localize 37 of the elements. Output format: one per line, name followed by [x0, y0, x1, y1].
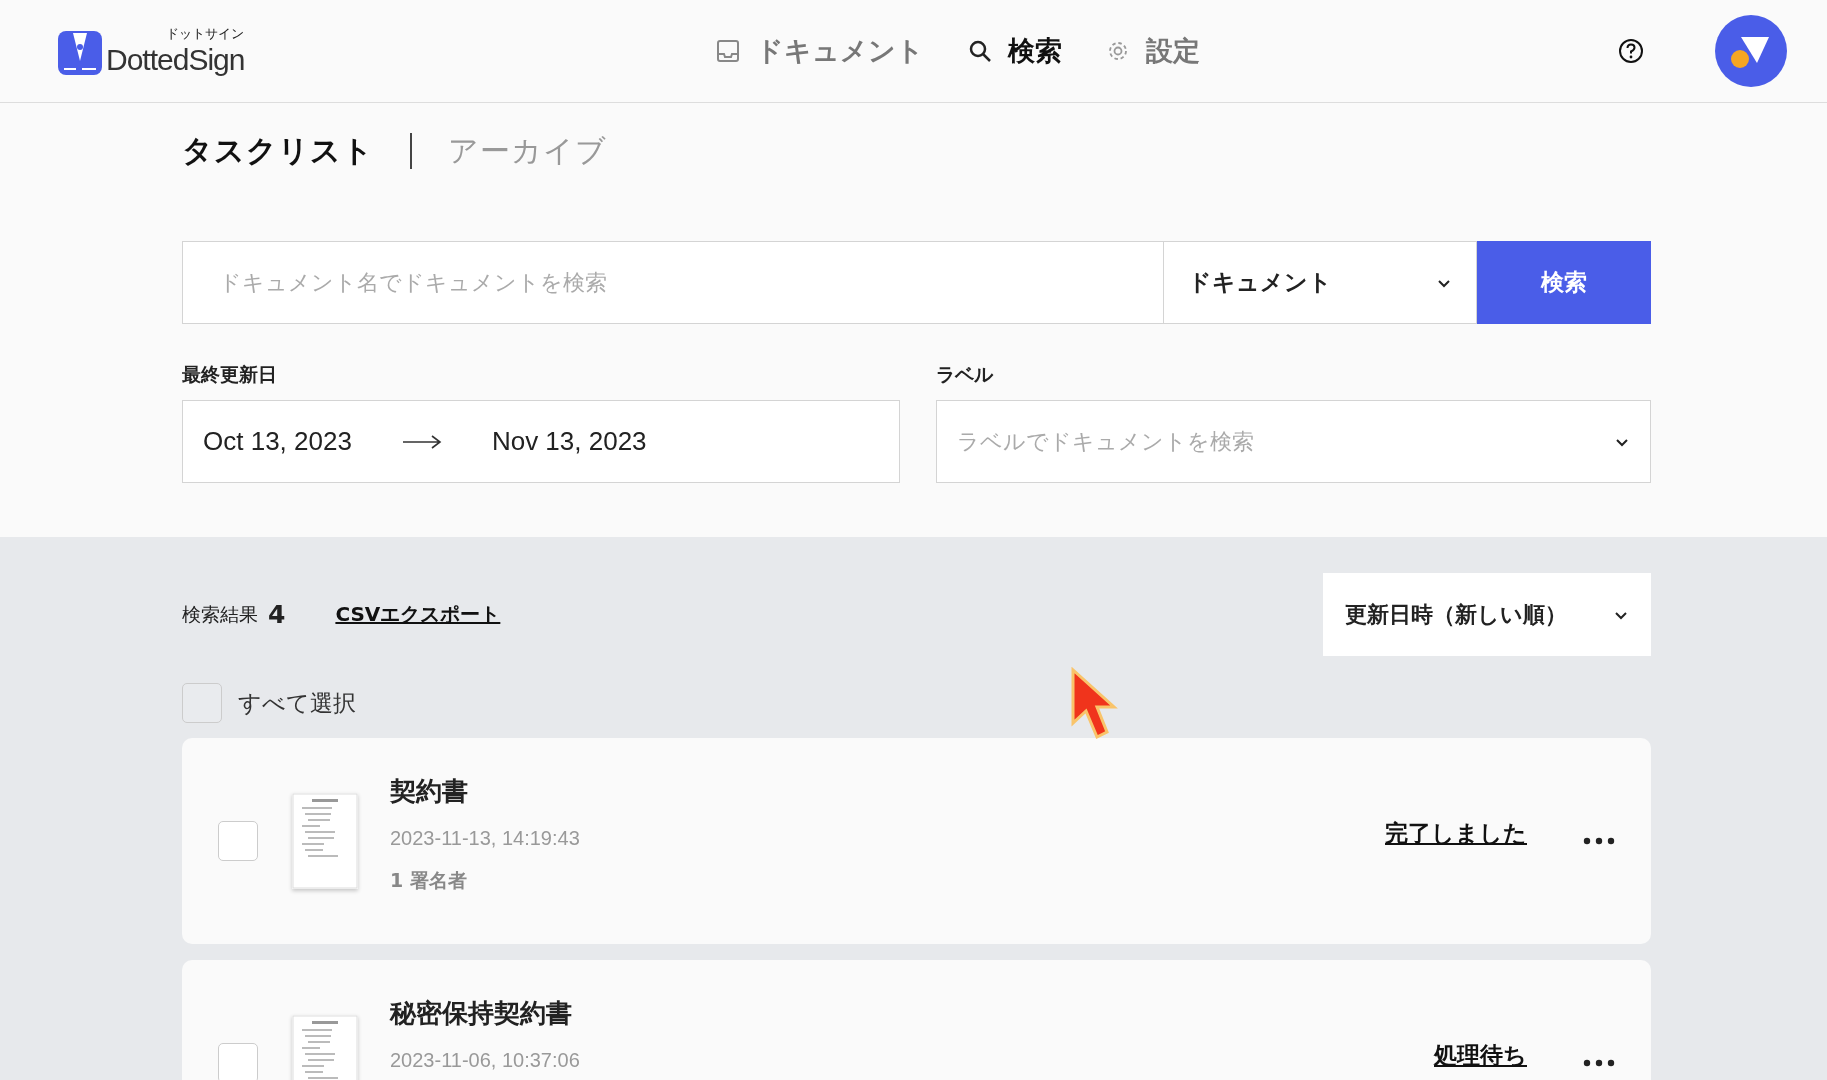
scope-dropdown[interactable]: ドキュメント: [1163, 241, 1477, 324]
checkbox[interactable]: [182, 683, 222, 723]
sort-dropdown[interactable]: 更新日時（新しい順）: [1323, 573, 1651, 656]
result-count: 4: [268, 600, 286, 629]
settings-icon: [1106, 39, 1130, 63]
document-thumbnail-icon: [292, 793, 358, 889]
logo-wordmark: DottedSign: [106, 43, 245, 77]
document-date: 2023-11-13, 14:19:43: [390, 827, 581, 850]
nav-link[interactable]: 設定: [1106, 33, 1200, 69]
help-icon: [1617, 37, 1645, 65]
search-icon: [968, 39, 992, 63]
document-title: 秘密保持契約書: [390, 997, 573, 1030]
logo-subtitle: ドットサイン: [166, 25, 245, 43]
csv-export-link[interactable]: CSVエクスポート: [335, 601, 501, 628]
more-icon: [1583, 1059, 1615, 1067]
status-link[interactable]: 完了しました: [1385, 818, 1527, 849]
arrow-right-icon: [401, 433, 442, 450]
result-label: 検索結果: [182, 601, 258, 627]
document-date: 2023-11-06, 10:37:06: [390, 1049, 581, 1072]
checkbox[interactable]: [218, 821, 258, 861]
select-all-label: すべて選択: [238, 688, 356, 718]
document-title: 契約書: [390, 775, 469, 808]
checkbox[interactable]: [218, 1043, 258, 1080]
date-range-field[interactable]: Oct 13, 2023 Nov 13, 2023: [182, 400, 900, 483]
field-label: 最終更新日: [182, 362, 278, 387]
signer-count: 1 署名者: [390, 868, 468, 893]
inbox-icon: [716, 39, 740, 63]
status-link[interactable]: 処理待ち: [1434, 1040, 1527, 1071]
more-icon: [1583, 837, 1615, 845]
field-label: ラベル: [936, 362, 994, 387]
search-button[interactable]: 検索: [1477, 241, 1651, 324]
search-field[interactable]: ドキュメント名でドキュメントを検索: [182, 241, 1163, 324]
avatar-icon: [1715, 15, 1787, 87]
nav-link[interactable]: ドキュメント: [716, 33, 924, 69]
tab[interactable]: タスクリスト: [182, 130, 374, 172]
nav-link[interactable]: 検索: [968, 33, 1062, 69]
logo-icon: [56, 29, 104, 77]
